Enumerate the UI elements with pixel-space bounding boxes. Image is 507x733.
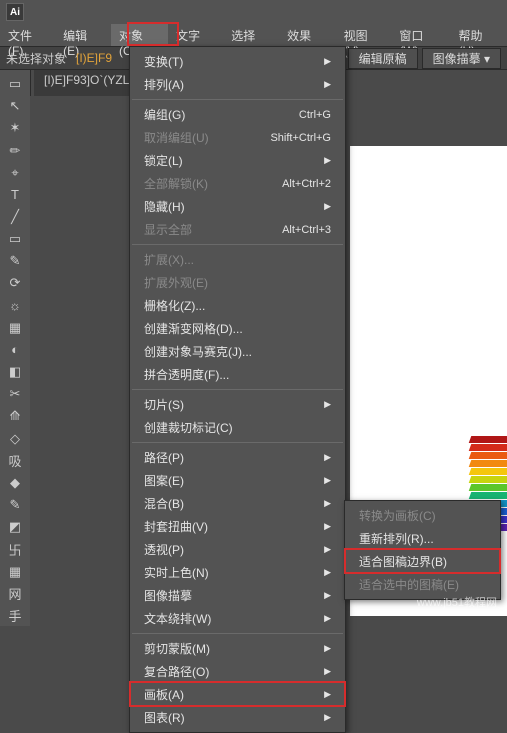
app-logo: Ai <box>6 3 24 21</box>
selection-status: 未选择对象 <box>6 50 66 67</box>
menu-item: 显示全部Alt+Ctrl+3 <box>130 218 345 241</box>
menu-item: 取消编组(U)Shift+Ctrl+G <box>130 126 345 149</box>
tool-9[interactable]: ⟳ <box>3 273 27 293</box>
menu-item[interactable]: 图像描摹 <box>130 584 345 607</box>
menu-2[interactable]: 对象(O) <box>111 24 168 46</box>
tool-2[interactable]: ✶ <box>3 118 27 138</box>
menu-item[interactable]: 锁定(L) <box>130 149 345 172</box>
tool-13[interactable]: ◧ <box>3 362 27 382</box>
menu-5[interactable]: 效果(C) <box>279 24 335 46</box>
menu-item[interactable]: 创建裁切标记(C) <box>130 416 345 439</box>
tool-20[interactable]: ◩ <box>3 517 27 537</box>
menu-6[interactable]: 视图(V) <box>336 24 392 46</box>
menu-1[interactable]: 编辑(E) <box>55 24 111 46</box>
menu-item[interactable]: 隐藏(H) <box>130 195 345 218</box>
menu-item[interactable]: 透视(P) <box>130 538 345 561</box>
edit-original-button[interactable]: 编辑原稿 <box>348 48 418 69</box>
menu-item[interactable]: 画板(A) <box>130 683 345 706</box>
menu-3[interactable]: 文字(T) <box>168 24 223 46</box>
menu-item[interactable]: 图案(E) <box>130 469 345 492</box>
tool-24[interactable]: 手 <box>3 606 27 626</box>
submenu-item: 适合选中的图稿(E) <box>345 573 500 596</box>
submenu-item: 转换为画板(C) <box>345 504 500 527</box>
menu-item[interactable]: 实时上色(N) <box>130 561 345 584</box>
image-trace-dropdown[interactable]: 图像描摹 <box>422 48 501 69</box>
tool-15[interactable]: ⟰ <box>3 406 27 426</box>
tool-17[interactable]: 吸 <box>3 451 27 471</box>
tool-12[interactable]: ◐ <box>3 340 27 360</box>
menu-4[interactable]: 选择(S) <box>223 24 279 46</box>
tool-16[interactable]: ◇ <box>3 429 27 449</box>
menu-7[interactable]: 窗口(W) <box>391 24 450 46</box>
tool-4[interactable]: ⌖ <box>3 163 27 183</box>
menu-item[interactable]: 编组(G)Ctrl+G <box>130 103 345 126</box>
menu-item: 扩展(X)... <box>130 248 345 271</box>
menu-item[interactable]: 剪切蒙版(M) <box>130 637 345 660</box>
menu-item: 扩展外观(E) <box>130 271 345 294</box>
tool-1[interactable]: ↖ <box>3 96 27 116</box>
object-menu: 变换(T)排列(A) 编组(G)Ctrl+G取消编组(U)Shift+Ctrl+G… <box>129 46 346 733</box>
tool-21[interactable]: 卐 <box>3 539 27 559</box>
tool-10[interactable]: ☼ <box>3 296 27 316</box>
menu-item: 全部解锁(K)Alt+Ctrl+2 <box>130 172 345 195</box>
tool-19[interactable]: ✎ <box>3 495 27 515</box>
menu-item[interactable]: 栅格化(Z)... <box>130 294 345 317</box>
menu-8[interactable]: 帮助(H) <box>451 24 507 46</box>
menu-item[interactable]: 创建对象马赛克(J)... <box>130 340 345 363</box>
tool-6[interactable]: ╱ <box>3 207 27 227</box>
tool-11[interactable]: ▦ <box>3 318 27 338</box>
menu-item[interactable]: 创建渐变网格(D)... <box>130 317 345 340</box>
submenu-item[interactable]: 重新排列(R)... <box>345 527 500 550</box>
tool-14[interactable]: ✂ <box>3 384 27 404</box>
artboard-submenu: 转换为画板(C)重新排列(R)...适合图稿边界(B)适合选中的图稿(E) <box>344 500 501 600</box>
menu-item[interactable]: 变换(T) <box>130 50 345 73</box>
menu-item[interactable]: 拼合透明度(F)... <box>130 363 345 386</box>
tool-0[interactable]: ▭ <box>3 74 27 94</box>
menu-item[interactable]: 文本绕排(W) <box>130 607 345 630</box>
watermark: www.jb51教程网 <box>417 594 497 610</box>
menu-0[interactable]: 文件(F) <box>0 24 55 46</box>
menu-item[interactable]: 封套扭曲(V) <box>130 515 345 538</box>
menu-item[interactable]: 混合(B) <box>130 492 345 515</box>
tool-22[interactable]: ▦ <box>3 561 27 581</box>
tool-7[interactable]: ▭ <box>3 229 27 249</box>
tool-8[interactable]: ✎ <box>3 251 27 271</box>
tool-5[interactable]: T <box>3 185 27 205</box>
menu-item[interactable]: 排列(A) <box>130 73 345 96</box>
tool-23[interactable]: 网 <box>3 584 27 604</box>
menu-item[interactable]: 复合路径(O) <box>130 660 345 683</box>
submenu-item[interactable]: 适合图稿边界(B) <box>345 550 500 573</box>
doc-hint: [I)E]F9 <box>76 51 112 65</box>
tool-3[interactable]: ✏ <box>3 140 27 160</box>
menubar: 文件(F)编辑(E)对象(O)文字(T)选择(S)效果(C)视图(V)窗口(W)… <box>0 24 507 47</box>
tool-18[interactable]: ◆ <box>3 473 27 493</box>
menu-item[interactable]: 路径(P) <box>130 446 345 469</box>
menu-item[interactable]: 图表(R) <box>130 706 345 729</box>
menu-item[interactable]: 切片(S) <box>130 393 345 416</box>
tools-panel: ▭↖✶✏⌖T╱▭✎⟳☼▦◐◧✂⟰◇吸◆✎◩卐▦网手 <box>0 70 31 626</box>
